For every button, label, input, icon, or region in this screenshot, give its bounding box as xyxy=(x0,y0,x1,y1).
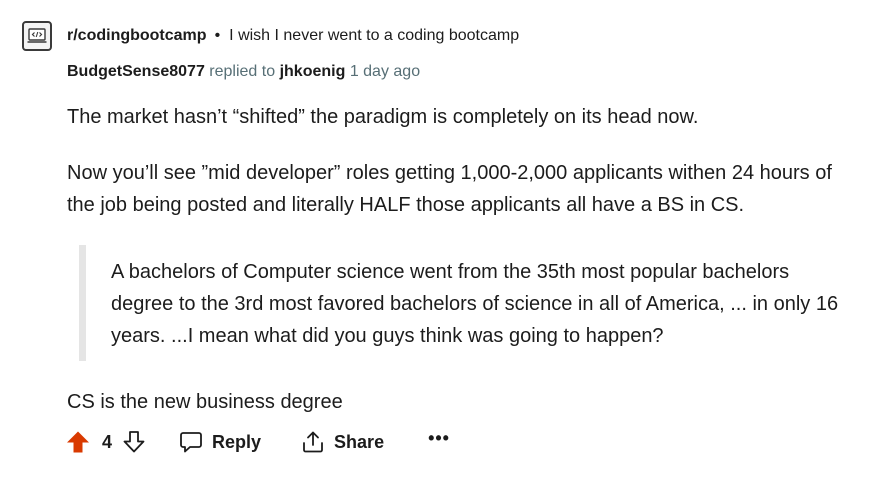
reply-button[interactable]: Reply xyxy=(179,430,261,454)
downvote-button[interactable] xyxy=(122,430,146,454)
blockquote-text: A bachelors of Computer science went fro… xyxy=(111,261,839,347)
comment-bubble-icon xyxy=(180,432,202,453)
more-options-button[interactable]: ••• xyxy=(428,429,450,451)
comment-author-link[interactable]: BudgetSense8077 xyxy=(67,63,205,80)
share-icon xyxy=(303,431,323,453)
comment-action-bar: 4 Reply Share ••• xyxy=(66,424,450,460)
upvote-button[interactable] xyxy=(66,430,90,454)
comment-card: r/codingbootcamp • I wish I never went to … xyxy=(0,0,872,488)
laptop-code-icon xyxy=(27,28,47,43)
comment-paragraph-3: CS is the new business degree xyxy=(67,391,343,413)
subreddit-link[interactable]: r/codingbootcamp xyxy=(67,27,207,44)
post-title-link[interactable]: I wish I never went to a coding bootcamp xyxy=(229,27,519,44)
replied-to-label: replied to xyxy=(209,63,276,80)
vote-score: 4 xyxy=(102,431,113,452)
comment-timestamp: 1 day ago xyxy=(349,63,421,80)
comment-meta: BudgetSense8077 replied to jhkoenig 1 da… xyxy=(67,61,420,83)
downvote-arrow-icon xyxy=(123,431,145,453)
upvote-arrow-icon xyxy=(67,431,89,453)
vote-controls: 4 xyxy=(66,430,146,454)
comment-paragraph-2: Now you’ll see ”mid developer” roles get… xyxy=(67,162,832,216)
separator-dot: • xyxy=(214,27,221,44)
parent-author-link[interactable]: jhkoenig xyxy=(280,63,346,80)
comment-paragraph-1: The market hasn’t “shifted” the paradigm… xyxy=(67,106,699,128)
share-button[interactable]: Share xyxy=(301,430,384,454)
comment-context-header: r/codingbootcamp • I wish I never went to … xyxy=(67,25,519,47)
reply-label: Reply xyxy=(212,431,262,452)
share-label: Share xyxy=(334,431,385,452)
community-icon[interactable] xyxy=(22,21,52,51)
